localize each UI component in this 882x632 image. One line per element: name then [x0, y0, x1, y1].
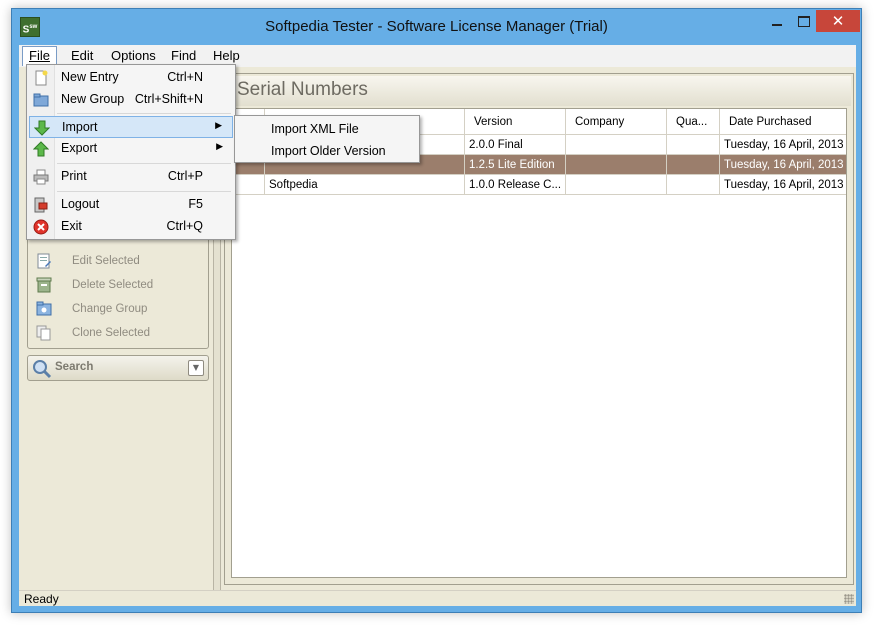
edit-selected-icon — [37, 253, 51, 269]
status-text: Ready — [24, 592, 59, 606]
menu-help[interactable]: Help — [207, 46, 246, 66]
search-label: Search — [55, 361, 94, 373]
menu-item-label: New Group — [61, 92, 125, 106]
cell-version: 2.0.0 Final — [464, 135, 565, 155]
import-icon — [34, 120, 50, 136]
menu-item-shortcut: Ctrl+Q — [166, 219, 203, 233]
search-panel[interactable]: Search ▼ — [27, 355, 209, 381]
menu-item-label: New Entry — [61, 70, 119, 84]
menu-item-shortcut: Ctrl+P — [167, 169, 203, 183]
menu-item-print[interactable]: Print Ctrl+P — [29, 166, 233, 188]
serial-numbers-table: Application Version Company Qua... Date … — [231, 108, 847, 578]
menu-item-label: Logout — [61, 197, 100, 211]
change-group-icon — [36, 301, 52, 316]
task-label: Change Group — [72, 303, 148, 315]
menu-separator — [57, 113, 231, 114]
import-submenu: Import XML File Import Older Version — [234, 115, 420, 163]
submenu-item-import-older-version[interactable]: Import Older Version — [237, 140, 417, 162]
title-bar[interactable]: Ssw Softpedia Tester - Software License … — [12, 9, 861, 45]
menu-item-label: Print — [61, 169, 87, 183]
cell-version: 1.0.0 Release C... — [464, 175, 565, 195]
menu-help-label: Help — [213, 48, 240, 63]
new-entry-icon — [35, 70, 48, 86]
cell-company — [565, 175, 666, 195]
minimize-button[interactable] — [764, 10, 790, 32]
menu-item-new-group[interactable]: New Group Ctrl+Shift+N — [29, 89, 233, 111]
print-icon — [33, 169, 49, 185]
cell-date: Tuesday, 16 April, 2013 — [719, 155, 848, 175]
window-title: Softpedia Tester - Software License Mana… — [265, 18, 608, 35]
delete-selected-icon — [36, 277, 52, 293]
menu-edit-label: Edit — [71, 48, 94, 63]
close-button[interactable]: ✕ — [816, 10, 860, 32]
cell-quantity — [666, 175, 719, 195]
menu-item-label: Import — [62, 120, 98, 134]
close-icon: ✕ — [831, 12, 845, 30]
column-header-quantity[interactable]: Qua... — [666, 109, 719, 135]
menu-item-export[interactable]: Export ▶ — [29, 138, 233, 160]
cell-quantity — [666, 155, 719, 175]
cell-application: Softpedia — [264, 175, 464, 195]
menu-item-exit[interactable]: Exit Ctrl+Q — [29, 216, 233, 238]
menu-options-label: Options — [111, 48, 156, 63]
menu-options[interactable]: Options — [105, 46, 162, 66]
menu-item-label: Exit — [61, 219, 82, 233]
task-label: Clone Selected — [72, 327, 150, 339]
export-icon — [33, 141, 49, 157]
menu-file[interactable]: File — [22, 46, 57, 66]
cell-version: 1.2.5 Lite Edition — [464, 155, 565, 175]
cell-date: Tuesday, 16 April, 2013 — [719, 175, 848, 195]
menu-find-label: Find — [171, 48, 197, 63]
menu-item-new-entry[interactable]: New Entry Ctrl+N — [29, 67, 233, 89]
exit-icon — [33, 219, 49, 235]
menu-item-shortcut: F5 — [188, 197, 203, 211]
menu-separator — [57, 163, 231, 164]
table-row[interactable]: Softpedia 1.0.0 Release C... Tuesday, 16… — [232, 175, 846, 195]
cell-company — [565, 155, 666, 175]
logout-icon — [34, 197, 48, 213]
chevron-down-icon[interactable]: ▼ — [188, 360, 204, 376]
menu-edit[interactable]: Edit — [65, 46, 99, 66]
task-label: Delete Selected — [72, 279, 154, 291]
submenu-item-import-xml-file[interactable]: Import XML File — [237, 118, 417, 140]
submenu-arrow-icon: ▶ — [215, 120, 222, 130]
menu-item-shortcut: Ctrl+N — [167, 70, 203, 84]
column-header-company[interactable]: Company — [565, 109, 666, 135]
cell-quantity — [666, 135, 719, 155]
menu-item-logout[interactable]: Logout F5 — [29, 194, 233, 216]
clone-selected-icon — [36, 325, 51, 341]
submenu-arrow-icon: ▶ — [216, 141, 223, 151]
column-header-date-purchased[interactable]: Date Purchased — [719, 109, 848, 135]
menu-item-label: Export — [61, 141, 98, 155]
menu-item-shortcut: Ctrl+Shift+N — [134, 92, 203, 106]
search-icon — [33, 360, 52, 379]
column-header-version[interactable]: Version — [464, 109, 565, 135]
file-menu-dropdown: New Entry Ctrl+N New Group Ctrl+Shift+N … — [26, 64, 236, 240]
status-bar: Ready — [19, 590, 856, 606]
cell-company — [565, 135, 666, 155]
menu-find[interactable]: Find — [165, 46, 202, 66]
resize-grip-icon[interactable] — [844, 594, 854, 604]
menu-separator — [57, 191, 231, 192]
task-label: Edit Selected — [72, 255, 140, 267]
cell-date: Tuesday, 16 April, 2013 — [719, 135, 848, 155]
new-group-icon — [33, 93, 49, 107]
menu-item-import[interactable]: Import ▶ — [29, 116, 233, 138]
menu-file-label: File — [29, 48, 50, 63]
panel-header: Serial Numbers — [227, 76, 851, 106]
page-title: Serial Numbers — [237, 79, 368, 100]
maximize-button[interactable] — [790, 10, 816, 32]
